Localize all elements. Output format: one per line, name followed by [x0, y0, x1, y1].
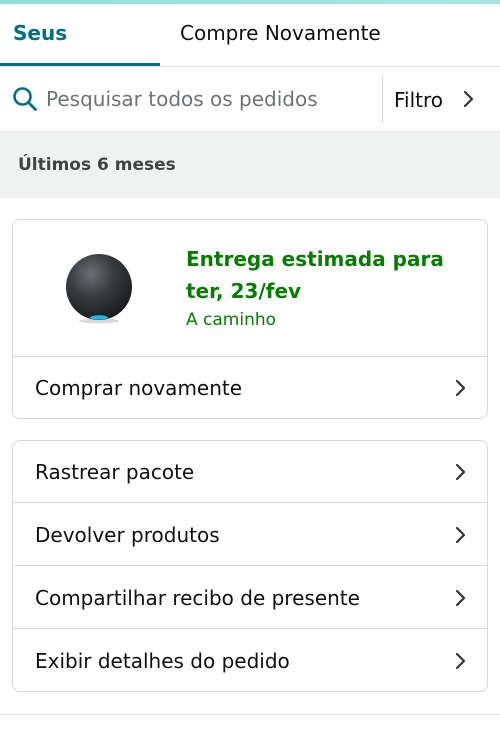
chevron-right-icon [455, 379, 466, 397]
delivery-estimate: Entrega estimada para ter, 23/fev [186, 247, 444, 303]
smart-speaker-icon [66, 254, 132, 324]
period-label: Últimos 6 meses [18, 155, 176, 175]
search-bar: Filtro [0, 67, 500, 132]
chevron-right-icon [455, 652, 466, 670]
filter-button[interactable]: Filtro [383, 67, 500, 131]
filter-label: Filtro [394, 88, 444, 112]
share-gift-receipt-label: Compartilhar recibo de presente [35, 586, 360, 610]
return-items-label: Devolver produtos [35, 523, 220, 547]
order-actions-card: Rastrear pacote Devolver produtos Compar… [12, 440, 488, 692]
tab-your-orders[interactable]: Seus pedidos [0, 4, 160, 103]
order-tabs: Seus pedidos Compre Novamente [0, 4, 500, 103]
chevron-right-icon [463, 90, 474, 108]
chevron-right-icon [455, 463, 466, 481]
tab-buy-again[interactable]: Compre Novamente [180, 4, 381, 66]
order-details-label: Exibir detalhes do pedido [35, 649, 290, 673]
track-package-label: Rastrear pacote [35, 460, 195, 484]
search-icon[interactable] [12, 86, 38, 112]
buy-again-label: Comprar novamente [35, 376, 243, 400]
bottom-divider [0, 714, 500, 715]
track-package-row[interactable]: Rastrear pacote [13, 441, 487, 503]
period-header: Últimos 6 meses [0, 132, 500, 198]
delivery-status: A caminho [186, 310, 277, 330]
order-summary[interactable]: Entrega estimada para ter, 23/fev A cami… [13, 220, 487, 357]
order-details-row[interactable]: Exibir detalhes do pedido [13, 630, 487, 692]
chevron-right-icon [455, 589, 466, 607]
share-gift-receipt-row[interactable]: Compartilhar recibo de presente [13, 567, 487, 629]
search-input[interactable] [46, 79, 366, 119]
buy-again-row[interactable]: Comprar novamente [13, 357, 487, 419]
order-card: Entrega estimada para ter, 23/fev A cami… [12, 219, 488, 419]
chevron-right-icon [455, 526, 466, 544]
return-items-row[interactable]: Devolver produtos [13, 504, 487, 566]
